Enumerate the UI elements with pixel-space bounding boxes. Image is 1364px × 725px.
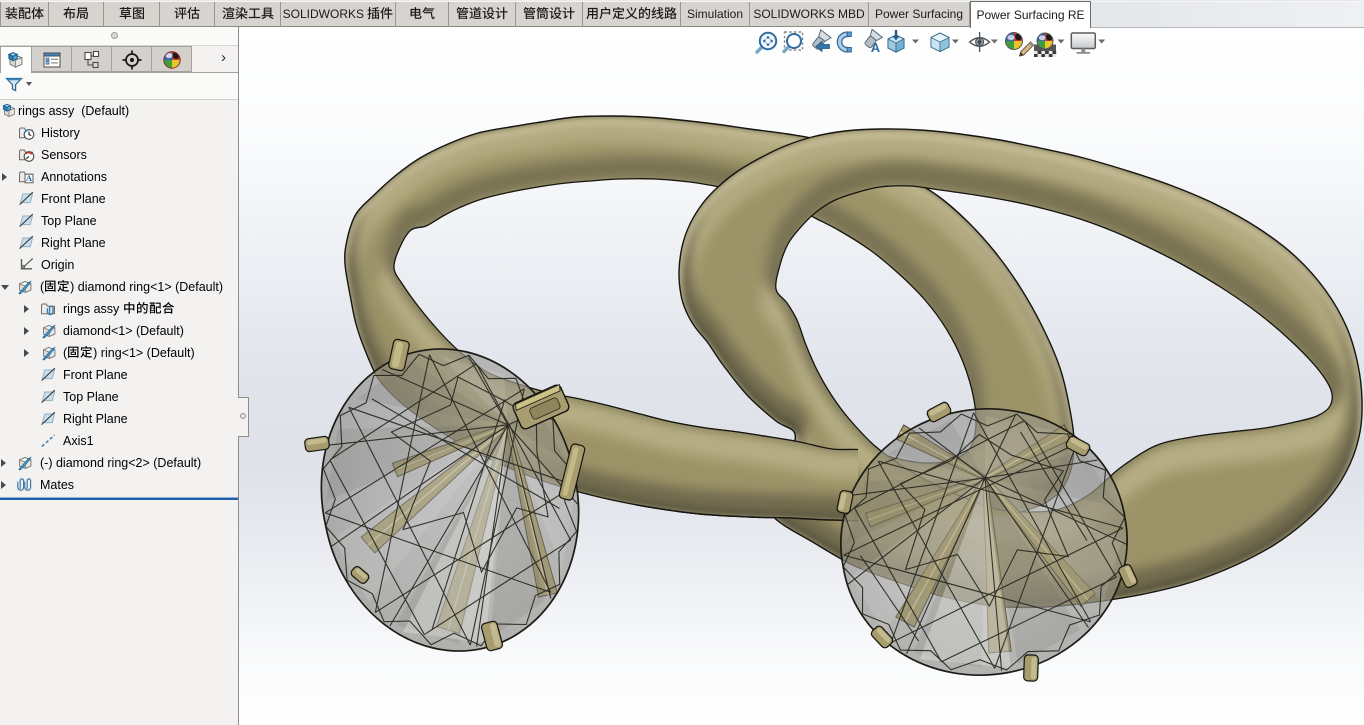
svg-text:A: A (26, 173, 33, 183)
svg-text:A: A (871, 40, 881, 55)
